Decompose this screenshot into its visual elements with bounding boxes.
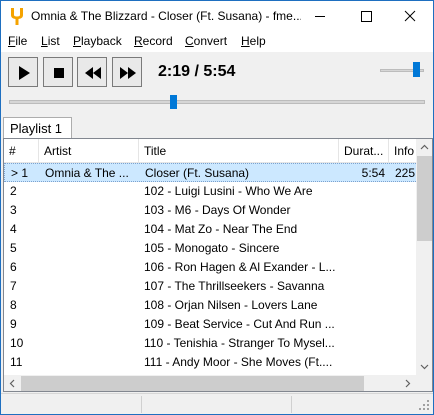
menu-list[interactable]: List bbox=[41, 34, 60, 48]
scroll-up-arrow-icon[interactable] bbox=[416, 139, 433, 156]
scroll-left-arrow-icon[interactable] bbox=[4, 375, 21, 392]
playlist-view[interactable]: # Artist Title Durat... Info > 1 Omnia & … bbox=[3, 138, 433, 392]
cell-num: 10 bbox=[10, 336, 24, 350]
cell-num: > 1 bbox=[11, 166, 29, 180]
cell-num: 4 bbox=[10, 222, 17, 236]
minimize-icon bbox=[315, 16, 325, 17]
minimize-button[interactable] bbox=[297, 1, 343, 32]
column-header-artist[interactable]: Artist bbox=[39, 139, 139, 163]
vertical-scroll-thumb[interactable] bbox=[417, 156, 432, 241]
app-window: Omnia & The Blizzard - Closer (Ft. Susan… bbox=[0, 0, 434, 415]
stop-button[interactable] bbox=[43, 57, 73, 87]
title-bar[interactable]: Omnia & The Blizzard - Closer (Ft. Susan… bbox=[1, 1, 433, 32]
status-separator bbox=[141, 396, 142, 413]
close-button[interactable] bbox=[387, 1, 433, 32]
maximize-icon bbox=[361, 11, 372, 22]
table-row[interactable]: 8 108 - Orjan Nilsen - Lovers Lane bbox=[4, 296, 418, 315]
table-row[interactable]: 10 110 - Tenishia - Stranger To Mysel... bbox=[4, 334, 418, 353]
menu-file[interactable]: File bbox=[8, 34, 27, 48]
cell-num: 5 bbox=[10, 241, 17, 255]
fast-forward-button[interactable] bbox=[112, 57, 142, 87]
menu-help[interactable]: Help bbox=[241, 34, 266, 48]
cell-title: 102 - Luigi Lusini - Who We Are bbox=[144, 184, 313, 198]
table-row[interactable]: 9 109 - Beat Service - Cut And Run ... bbox=[4, 315, 418, 334]
time-display: 2:19 / 5:54 bbox=[158, 63, 236, 80]
maximize-button[interactable] bbox=[343, 1, 389, 32]
tuning-fork-icon bbox=[11, 8, 23, 25]
column-header-info[interactable]: Info bbox=[389, 139, 418, 163]
cell-duration: 5:54 bbox=[361, 166, 385, 180]
menu-record[interactable]: Record bbox=[134, 34, 173, 48]
table-row[interactable]: 3 103 - M6 - Days Of Wonder bbox=[4, 201, 418, 220]
rewind-icon bbox=[85, 67, 101, 79]
volume-slider-thumb[interactable] bbox=[413, 62, 420, 77]
cell-title: 105 - Monogato - Sincere bbox=[144, 241, 280, 255]
horizontal-scrollbar[interactable] bbox=[4, 375, 416, 392]
cell-title: 108 - Orjan Nilsen - Lovers Lane bbox=[144, 298, 318, 312]
cell-title: 111 - Andy Moor - She Moves (Ft.... bbox=[144, 355, 333, 369]
fast-forward-icon bbox=[120, 67, 136, 79]
cell-title: 103 - M6 - Days Of Wonder bbox=[144, 203, 291, 217]
stop-icon bbox=[54, 68, 64, 78]
cell-title: 109 - Beat Service - Cut And Run ... bbox=[144, 317, 335, 331]
cell-num: 8 bbox=[10, 298, 17, 312]
column-header-row: # Artist Title Durat... Info bbox=[4, 139, 418, 163]
resize-grip-icon[interactable] bbox=[419, 400, 431, 412]
table-row[interactable]: > 1 Omnia & The ... Closer (Ft. Susana) 5:5… bbox=[4, 163, 418, 182]
rewind-button[interactable] bbox=[77, 57, 107, 87]
table-row[interactable]: 5 105 - Monogato - Sincere bbox=[4, 239, 418, 258]
cell-title: 104 - Mat Zo - Near The End bbox=[144, 222, 298, 236]
seek-bar-thumb[interactable] bbox=[170, 95, 177, 109]
seek-bar-track[interactable] bbox=[9, 100, 425, 104]
cell-num: 6 bbox=[10, 260, 17, 274]
cell-num: 3 bbox=[10, 203, 17, 217]
cell-num: 7 bbox=[10, 279, 17, 293]
table-row[interactable]: 11 111 - Andy Moor - She Moves (Ft.... bbox=[4, 353, 418, 372]
cell-title: Closer (Ft. Susana) bbox=[145, 166, 250, 180]
status-separator bbox=[291, 396, 292, 413]
menu-convert[interactable]: Convert bbox=[185, 34, 227, 48]
window-title: Omnia & The Blizzard - Closer (Ft. Susan… bbox=[31, 9, 301, 23]
vertical-scrollbar[interactable] bbox=[416, 139, 433, 375]
cell-num: 2 bbox=[10, 184, 17, 198]
cell-info: 225 bbox=[395, 166, 416, 180]
scroll-right-arrow-icon[interactable] bbox=[399, 375, 416, 392]
horizontal-scroll-thumb[interactable] bbox=[21, 376, 364, 391]
cell-title: 107 - The Thrillseekers - Savanna bbox=[144, 279, 325, 293]
column-header-number[interactable]: # bbox=[4, 139, 39, 163]
scroll-down-arrow-icon[interactable] bbox=[416, 358, 433, 375]
cell-artist: Omnia & The ... bbox=[45, 166, 129, 180]
table-row[interactable]: 6 106 - Ron Hagen & Al Exander - L... bbox=[4, 258, 418, 277]
table-row[interactable]: 7 107 - The Thrillseekers - Savanna bbox=[4, 277, 418, 296]
table-row[interactable]: 4 104 - Mat Zo - Near The End bbox=[4, 220, 418, 239]
cell-num: 11 bbox=[10, 355, 23, 369]
menu-playback[interactable]: Playback bbox=[73, 34, 122, 48]
play-icon bbox=[19, 66, 30, 80]
cell-title: 106 - Ron Hagen & Al Exander - L... bbox=[144, 260, 336, 274]
close-icon bbox=[404, 10, 416, 22]
scroll-corner bbox=[416, 375, 432, 391]
playlist-rows: > 1 Omnia & The ... Closer (Ft. Susana) 5:5… bbox=[4, 163, 418, 375]
tab-playlist-1[interactable]: Playlist 1 bbox=[3, 117, 72, 139]
cell-title: 110 - Tenishia - Stranger To Mysel... bbox=[144, 336, 335, 350]
menu-bar: File List Playback Record Convert Help bbox=[1, 32, 433, 52]
tab-label: Playlist 1 bbox=[10, 121, 63, 136]
column-header-duration[interactable]: Durat... bbox=[339, 139, 389, 163]
column-header-title[interactable]: Title bbox=[139, 139, 339, 163]
play-button[interactable] bbox=[8, 57, 38, 87]
status-bar bbox=[1, 393, 433, 414]
table-row[interactable]: 2 102 - Luigi Lusini - Who We Are bbox=[4, 182, 418, 201]
cell-num: 9 bbox=[10, 317, 17, 331]
